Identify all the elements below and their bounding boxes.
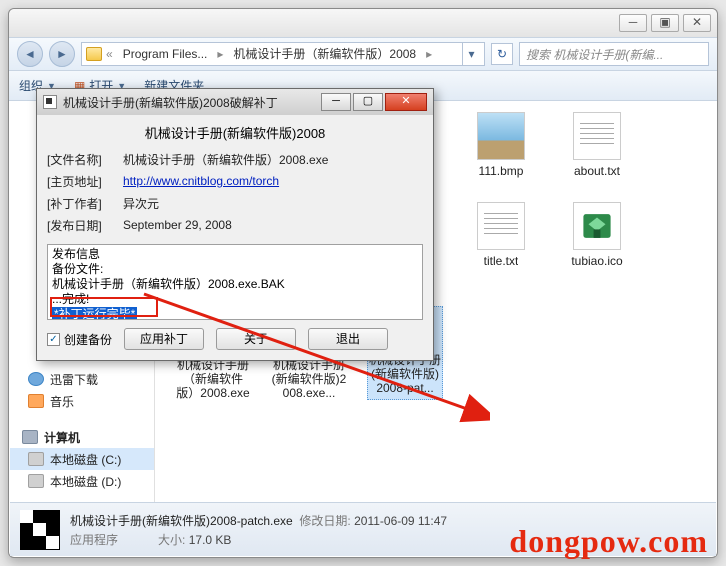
dialog-row-label: [发布日期]: [47, 217, 123, 234]
dialog-row-value: September 29, 2008: [123, 218, 232, 232]
dialog-close-button[interactable]: ✕: [385, 93, 427, 111]
status-type: 应用程序: [70, 533, 118, 547]
search-input[interactable]: 搜索 机械设计手册(新编...: [519, 42, 709, 66]
file-label: tubiao.ico: [571, 254, 622, 268]
file-item[interactable]: 111.bmp: [463, 112, 539, 192]
status-thumb-icon: [20, 510, 60, 550]
watermark: dongpow.com: [509, 523, 708, 560]
sidebar-drive-c[interactable]: 本地磁盘 (C:): [10, 448, 154, 470]
close-button[interactable]: ✕: [683, 14, 711, 32]
forward-button[interactable]: ►: [49, 41, 75, 67]
crumb-2[interactable]: 机械设计手册（新编软件版）2008: [227, 44, 422, 64]
status-name: 机械设计手册(新编软件版)2008-patch.exe: [70, 514, 293, 528]
back-button[interactable]: ◄: [17, 41, 43, 67]
file-label: about.txt: [574, 164, 620, 178]
bmp-icon: [477, 112, 525, 160]
dialog-row-label: [文件名称]: [47, 151, 123, 168]
txt-icon: [573, 112, 621, 160]
dialog-min-button[interactable]: ─: [321, 93, 351, 111]
sidebar-item-music[interactable]: 音乐: [10, 390, 154, 412]
breadcrumb[interactable]: « Program Files... ▸ 机械设计手册（新编软件版）2008 ▸…: [81, 42, 485, 66]
dialog-icon: [43, 95, 57, 109]
refresh-button[interactable]: ↻: [491, 43, 513, 65]
dialog-title: 机械设计手册(新编软件版)2008破解补丁: [63, 94, 313, 111]
backup-checkbox[interactable]: ✓创建备份: [47, 331, 112, 348]
file-item[interactable]: title.txt: [463, 202, 539, 296]
dialog-row-value: 异次元: [123, 195, 159, 212]
sidebar-drive-d[interactable]: 本地磁盘 (D:): [10, 470, 154, 492]
folder-icon: [86, 47, 102, 61]
file-label: 机械设计手册（新编软件版）2008.exe: [175, 358, 251, 400]
txt-icon: [477, 202, 525, 250]
dialog-heading: 机械设计手册(新编软件版)2008: [47, 121, 423, 148]
sidebar-computer[interactable]: 计算机: [10, 426, 154, 448]
exit-button[interactable]: 退出: [308, 328, 388, 350]
dialog-row-label: [补丁作者]: [47, 195, 123, 212]
file-label: title.txt: [484, 254, 519, 268]
apply-patch-button[interactable]: 应用补丁: [124, 328, 204, 350]
dialog-titlebar[interactable]: 机械设计手册(新编软件版)2008破解补丁 ─ ▢ ✕: [37, 89, 433, 115]
patch-dialog: 机械设计手册(新编软件版)2008破解补丁 ─ ▢ ✕ 机械设计手册(新编软件版…: [36, 88, 434, 361]
dialog-row-value: 机械设计手册（新编软件版）2008.exe: [123, 151, 328, 168]
crumb-1[interactable]: Program Files...: [117, 44, 214, 64]
file-item[interactable]: about.txt: [559, 112, 635, 192]
navbar: ◄ ► « Program Files... ▸ 机械设计手册（新编软件版）20…: [9, 37, 717, 71]
sidebar-item-download[interactable]: 迅雷下载: [10, 368, 154, 390]
file-label: 111.bmp: [479, 164, 524, 178]
file-label: 机械设计手册(新编软件版)2008.exe...: [271, 358, 347, 400]
dialog-log[interactable]: 发布信息备份文件:机械设计手册（新编软件版）2008.exe.BAK...完成!…: [47, 244, 423, 320]
about-button[interactable]: 关于: [216, 328, 296, 350]
minimize-button[interactable]: ─: [619, 14, 647, 32]
dialog-row-value[interactable]: http://www.cnitblog.com/torch: [123, 174, 279, 188]
dialog-max-button[interactable]: ▢: [353, 93, 383, 111]
tubiao-icon: [573, 202, 621, 250]
dialog-row-label: [主页地址]: [47, 173, 123, 190]
breadcrumb-dropdown[interactable]: ▾: [462, 43, 480, 65]
titlebar: ─ ▣ ✕: [9, 9, 717, 37]
file-item[interactable]: tubiao.ico: [559, 202, 635, 296]
maximize-button[interactable]: ▣: [651, 14, 679, 32]
